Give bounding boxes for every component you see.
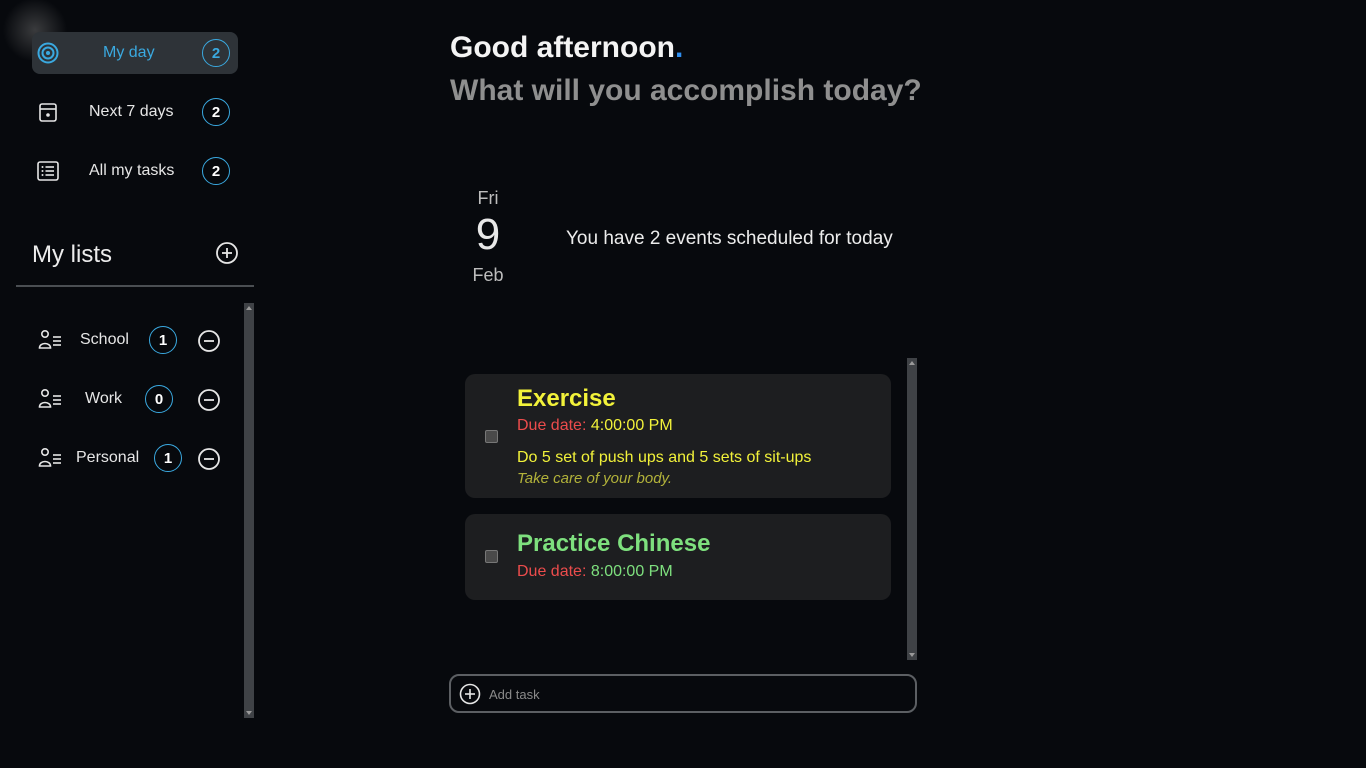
lists-divider: [16, 285, 254, 287]
greeting-title: Good afternoon.: [450, 31, 683, 65]
list-label: Work: [85, 390, 123, 407]
remove-list-button[interactable]: [197, 329, 221, 353]
task-card-exercise[interactable]: Exercise Due date: 4:00:00 PM Do 5 set o…: [465, 374, 891, 498]
remove-list-button[interactable]: [197, 388, 221, 412]
list-icon: [37, 160, 59, 182]
count-badge: 2: [202, 39, 230, 67]
date-weekday: Fri: [477, 188, 499, 208]
plus-circle-icon: [216, 242, 238, 264]
minus-circle-icon: [198, 389, 220, 411]
count-badge: 0: [145, 385, 173, 413]
user-list-icon: [38, 388, 62, 410]
list-item-work[interactable]: Work 0: [36, 382, 226, 416]
scroll-down-icon[interactable]: [244, 708, 254, 718]
task-due-date: Due date: 4:00:00 PM: [517, 417, 673, 435]
date-block: Fri 9 Feb: [458, 188, 518, 286]
date-month: Feb: [472, 265, 504, 285]
greeting-dot: .: [674, 31, 684, 64]
greeting-text: Good afternoon: [450, 31, 675, 64]
scroll-up-icon[interactable]: [907, 358, 917, 368]
count-badge: 1: [149, 326, 177, 354]
nav-item-all-my-tasks[interactable]: All my tasks 2: [32, 150, 238, 192]
task-checkbox[interactable]: [485, 550, 498, 563]
list-item-school[interactable]: School 1: [36, 323, 226, 357]
task-title: Exercise: [517, 385, 616, 412]
task-description: Do 5 set of push ups and 5 sets of sit-u…: [517, 449, 812, 466]
user-list-icon: [38, 329, 62, 351]
task-checkbox[interactable]: [485, 430, 498, 443]
task-note: Take care of your body.: [517, 470, 673, 487]
target-icon: [37, 42, 59, 64]
events-summary: You have 2 events scheduled for today: [566, 228, 893, 249]
due-time: 8:00:00 PM: [590, 563, 673, 580]
count-badge: 2: [202, 98, 230, 126]
task-title: Practice Chinese: [517, 530, 711, 557]
task-card-practice-chinese[interactable]: Practice Chinese Due date: 8:00:00 PM: [465, 514, 891, 600]
greeting-subtitle: What will you accomplish today?: [450, 74, 922, 107]
add-task-input[interactable]: [489, 681, 909, 707]
lists-scrollbar[interactable]: [244, 303, 254, 718]
minus-circle-icon: [198, 448, 220, 470]
due-label: Due date:: [517, 417, 587, 434]
nav-label: Next 7 days: [89, 103, 174, 120]
list-label: School: [80, 331, 129, 348]
calendar-icon: [37, 101, 59, 123]
nav-label: All my tasks: [89, 162, 175, 179]
add-task-bar: [449, 674, 917, 713]
scroll-up-icon[interactable]: [244, 303, 254, 313]
minus-circle-icon: [198, 330, 220, 352]
remove-list-button[interactable]: [197, 447, 221, 471]
nav-item-my-day[interactable]: My day 2: [32, 32, 238, 74]
list-label: Personal: [76, 449, 140, 466]
nav-item-next-7-days[interactable]: Next 7 days 2: [32, 91, 238, 133]
tasks-scrollbar[interactable]: [907, 358, 917, 660]
plus-circle-icon[interactable]: [459, 683, 481, 705]
nav-label: My day: [103, 44, 155, 61]
count-badge: 2: [202, 157, 230, 185]
user-list-icon: [38, 447, 62, 469]
list-item-personal[interactable]: Personal 1: [36, 441, 226, 475]
count-badge: 1: [154, 444, 182, 472]
due-label: Due date:: [517, 563, 587, 580]
lists-title: My lists: [32, 241, 112, 268]
due-time: 4:00:00 PM: [590, 417, 673, 434]
app-root: My day 2 Next 7 days 2 All my tasks 2 My…: [0, 0, 1366, 768]
task-due-date: Due date: 8:00:00 PM: [517, 563, 673, 581]
date-day: 9: [475, 210, 501, 259]
scroll-down-icon[interactable]: [907, 650, 917, 660]
add-list-button[interactable]: [215, 241, 239, 265]
